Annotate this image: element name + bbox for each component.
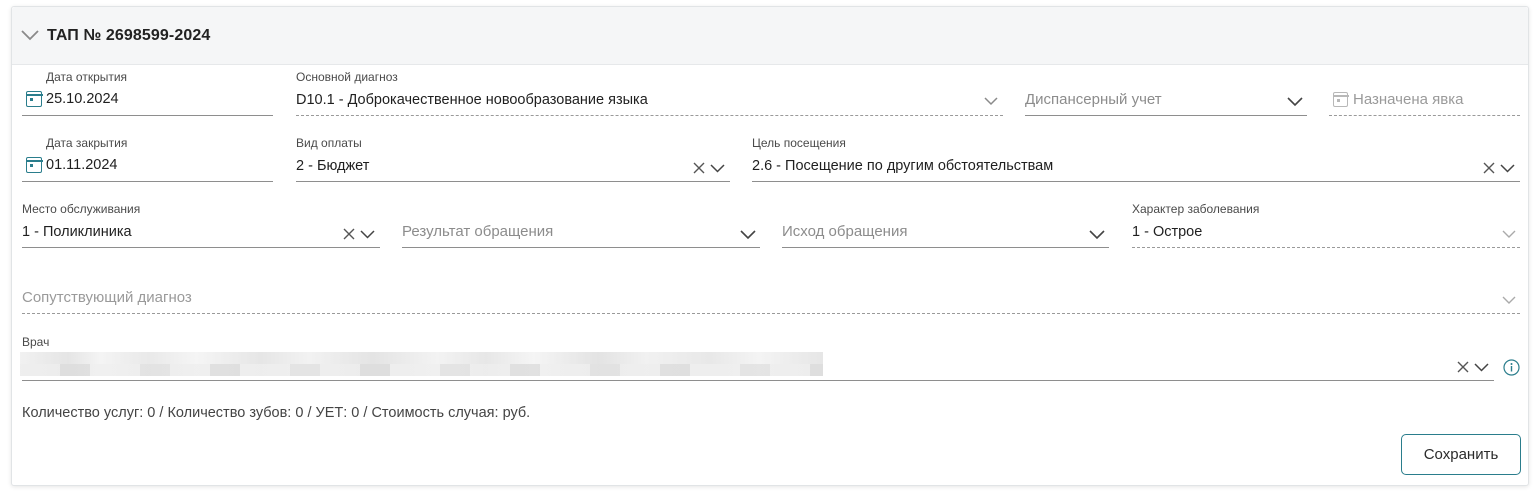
doctor-label: Врач [22,335,50,349]
clear-icon[interactable] [343,228,355,240]
dispensary-placeholder[interactable]: Диспансерный учет [1025,91,1162,108]
clear-icon[interactable] [1483,162,1495,174]
visit-purpose-underline [752,181,1520,182]
main-diagnosis-underline [296,115,1003,116]
open-date-label: Дата открытия [46,70,128,84]
chevron-down-icon[interactable] [710,164,725,173]
info-icon[interactable] [1503,359,1520,376]
chevron-down-icon[interactable] [1287,97,1303,107]
doctor-value-redacted[interactable] [20,352,823,376]
appointment-underline [1329,115,1520,116]
card-title: ТАП № 2698599-2024 [47,27,211,44]
disease-character-label: Характер заболевания [1132,202,1260,216]
case-summary: Количество услуг: 0 / Количество зубов: … [22,405,531,421]
visit-purpose-label: Цель посещения [752,136,846,150]
chevron-down-icon[interactable] [984,97,998,106]
appeal-result-placeholder[interactable]: Результат обращения [402,223,553,240]
disease-character-underline [1132,247,1520,248]
service-place-label: Место обслуживания [22,202,141,216]
disease-character-value[interactable]: 1 - Острое [1132,224,1202,240]
payment-type-underline [296,181,730,182]
chevron-down-icon[interactable] [1474,363,1489,372]
concomitant-diagnosis-underline [22,313,1520,314]
main-diagnosis-value[interactable]: D10.1 - Доброкачественное новообразовани… [296,92,648,108]
payment-type-label: Вид оплаты [296,136,362,150]
save-button[interactable]: Сохранить [1401,434,1521,475]
chevron-down-icon[interactable] [1502,296,1516,305]
calendar-icon[interactable] [25,157,43,173]
service-place-value[interactable]: 1 - Поликлиника [22,224,132,240]
appeal-outcome-placeholder[interactable]: Исход обращения [782,223,907,240]
calendar-icon[interactable] [1332,92,1349,107]
appointment-label[interactable]: Назначена явка [1353,91,1463,108]
close-date-underline [22,181,273,182]
chevron-down-icon[interactable] [740,230,756,240]
main-diagnosis-label: Основной диагноз [296,70,398,84]
chevron-down-icon[interactable] [1500,164,1515,173]
concomitant-diagnosis-placeholder[interactable]: Сопутствующий диагноз [22,289,192,306]
chevron-down-icon[interactable] [1089,230,1105,240]
doctor-underline [22,380,1494,381]
clear-icon[interactable] [693,162,705,174]
chevron-down-icon[interactable] [1502,230,1516,239]
chevron-down-icon[interactable] [21,29,39,41]
visit-purpose-value[interactable]: 2.6 - Посещение по другим обстоятельства… [752,158,1053,174]
clear-icon[interactable] [1457,361,1469,373]
dispensary-underline [1025,115,1307,116]
card-header[interactable]: ТАП № 2698599-2024 [12,7,1528,65]
open-date-underline [22,115,273,116]
open-date-value[interactable]: 25.10.2024 [46,91,119,107]
appeal-result-underline [402,247,760,248]
chevron-down-icon[interactable] [360,230,375,239]
service-place-underline [22,247,380,248]
payment-type-value[interactable]: 2 - Бюджет [296,158,369,174]
calendar-icon[interactable] [25,91,43,107]
close-date-label: Дата закрытия [46,136,128,150]
close-date-value[interactable]: 01.11.2024 [46,157,118,173]
appeal-outcome-underline [782,247,1109,248]
